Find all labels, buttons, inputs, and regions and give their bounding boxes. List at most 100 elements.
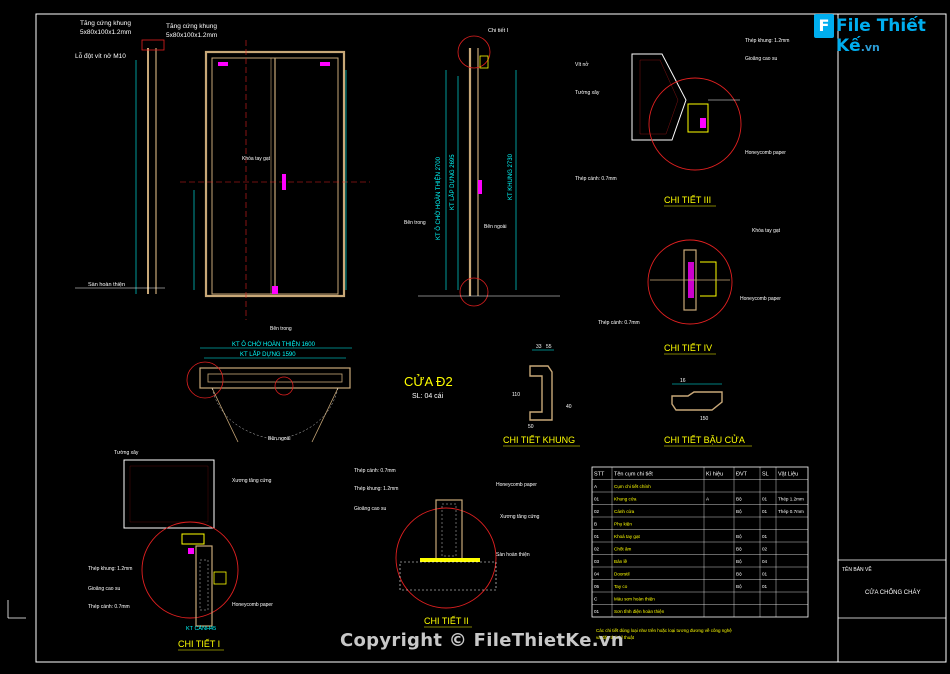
table-cell: B [594, 522, 597, 527]
detail-4: Khóa tay gạt Honeycomb paper Thép cánh: … [598, 228, 781, 326]
titleblock-label: TÊN BẢN VẼ [842, 565, 872, 573]
label-detail-2: CHI TIẾT II [424, 616, 469, 626]
note-rebar-1b: 5x80x100x1.2mm [80, 29, 131, 36]
parts-table: STT Tên cụm chi tiết Kí hiệu ĐVT SL Vật Liệu A… [591, 466, 809, 618]
table-cell: 01 [762, 534, 768, 539]
table-cell: Khoá tay gạt [614, 534, 641, 539]
sheet-border [35, 13, 947, 663]
table-cell: Cụm chi tiết chính [614, 484, 651, 489]
note-rebar-1: Tăng cứng khung [80, 20, 131, 27]
logo-icon: F [814, 14, 834, 38]
table-header-cell: SL [762, 472, 769, 478]
dim-a: 33 [536, 344, 542, 350]
table-cell: 03 [594, 559, 600, 564]
note-gasket-b: Gioăng cao su [88, 586, 120, 592]
label-leaf: CHI TIẾT BẬU CỬA [664, 434, 745, 445]
note-floor-2: Sàn hoàn thiện [496, 552, 530, 558]
table-cell: Tay co [614, 584, 628, 589]
table-cell: 02 [762, 547, 768, 552]
drawing-title: CỬA Đ2 [404, 374, 453, 389]
dim-e: 40 [566, 404, 572, 410]
table-cell: C [594, 597, 598, 602]
note-sheet-07-b: Thép cánh: 0.7mm [598, 320, 640, 326]
table-cell: Thép 1.2mm [778, 497, 804, 502]
table-header-cell: Tên cụm chi tiết [614, 472, 653, 478]
table-cell: 01 [762, 584, 768, 589]
note-sheet-07-a: Thép cánh: 0.7mm [575, 176, 617, 182]
table-cell: A [594, 484, 598, 489]
detail-1: Tường xây Xương tăng cứng Thép khung: 1.… [88, 450, 273, 632]
table-header-cell: STT [594, 472, 605, 478]
detail-2: Thép cánh: 0.7mm Thép khung: 1.2mm Gioăn… [354, 468, 540, 609]
watermark: Copyright © FileThietKe.vn [340, 630, 625, 651]
table-cell: Cánh cửa [614, 508, 635, 514]
label-detail-3: CHI TIẾT III [664, 195, 711, 205]
note-sheet-07-d: Thép cánh: 0.7mm [354, 468, 396, 474]
note-screw-a: Vít nở [575, 61, 589, 68]
table-cell: Chốt âm [614, 547, 632, 552]
note-inside-1: Bên trong [270, 326, 292, 332]
note-honeycomb-b: Honeycomb paper [740, 296, 781, 302]
table-cell: 01 [594, 534, 600, 539]
plan-view: KT Ô CHỜ HOÀN THIỆN 1600 KT LẮP DỰNG 159… [186, 340, 352, 443]
table-cell: 02 [594, 509, 600, 514]
table-cell: Bộ [736, 534, 742, 539]
table-cell: 01 [594, 609, 600, 614]
dim-frame-height: KT KHUNG 2730 [508, 153, 514, 200]
note-sheet-12-a: Thép khung: 1.2mm [745, 38, 789, 44]
note-bolt: Lỗ đột vít nở M10 [75, 51, 126, 60]
table-cell: 04 [594, 572, 600, 577]
note-honeycomb-c: Honeycomb paper [232, 602, 273, 608]
logo-sub: .vn [860, 41, 880, 54]
dim-install-width: KT LẮP DỰNG 1590 [240, 350, 296, 358]
door-elevation: Tăng cứng khung 5x80x100x1.2mm Khóa tay … [166, 23, 370, 332]
table-cell: 01 [762, 509, 768, 514]
table-header-cell: ĐVT [736, 472, 748, 478]
table-header-cell: Kí hiệu [706, 472, 723, 478]
table-cell: 04 [762, 559, 768, 564]
side-section-left: Tăng cứng khung 5x80x100x1.2mm Lỗ đột ví… [75, 20, 165, 294]
table-cell: Khung cửa [614, 496, 637, 502]
table-cell: 02 [594, 547, 600, 552]
table-cell: Bộ [736, 584, 742, 589]
note-wall-b: Tường xây [114, 450, 139, 456]
dim-install-height: KT LẮP DỰNG 2695 [448, 154, 456, 210]
note-inside-2: Bên trong [404, 220, 426, 226]
note-frame-kt: KT CÁNH45 [186, 625, 216, 632]
note-sheet-12-b: Thép khung: 1.2mm [88, 566, 132, 572]
note-panic: Khóa tay gạt [242, 156, 271, 162]
table-cell: 05 [594, 584, 600, 589]
note-panic-b: Khóa tay gạt [752, 228, 781, 234]
label-detail-1: CHI TIẾT I [178, 639, 220, 649]
leaf-profile: 16 150 [671, 378, 723, 422]
table-cell: Thép 0.7mm [778, 509, 804, 514]
detail-3: Thép khung: 1.2mm Gioăng cao su Vít nở T… [575, 38, 789, 182]
dim-finish-width: KT Ô CHỜ HOÀN THIỆN 1600 [232, 340, 316, 348]
note-gasket-a: Gioăng cao su [745, 56, 777, 62]
table-cell: Bộ [736, 572, 742, 577]
table-cell: Bộ [736, 559, 742, 564]
note-rebar-2: Tăng cứng khung [166, 23, 217, 30]
table-cell: Phụ kiện [614, 522, 632, 527]
dim-c: 110 [512, 392, 520, 398]
table-cell: Doorstil [614, 572, 630, 577]
table-cell: 01 [594, 497, 600, 502]
note-rebar-2b: 5x80x100x1.2mm [166, 32, 217, 39]
ucs-icon [7, 600, 26, 619]
cad-drawing: TÊN BẢN VẼ CỬA CHỐNG CHÁY Tăng cứng khun… [7, 13, 947, 663]
dim-d: 50 [528, 424, 534, 430]
note-sheet-07-c: Thép cánh: 0.7mm [88, 604, 130, 610]
dim-b: 55 [546, 344, 552, 350]
table-cell: 01 [762, 497, 768, 502]
label-frame: CHI TIẾT KHUNG [503, 435, 575, 445]
table-cell: Bản lề [614, 559, 627, 564]
label-detail-4: CHI TIẾT IV [664, 343, 712, 353]
note-brace-a: Xương tăng cứng [232, 478, 272, 484]
dim-f: 16 [680, 378, 686, 384]
frame-profile: 33 55 110 50 40 [512, 344, 572, 430]
side-section-right: KT Ô CHỜ HOÀN THIỆN 2700 KT LẮP DỰNG 269… [404, 28, 560, 307]
table-header-cell: Vật Liệu [778, 472, 798, 478]
dim-finish-height: KT Ô CHỜ HOÀN THIỆN 2700 [434, 156, 442, 240]
note-wall-a: Tường xây [575, 90, 600, 96]
table-cell: Bộ [736, 497, 742, 502]
